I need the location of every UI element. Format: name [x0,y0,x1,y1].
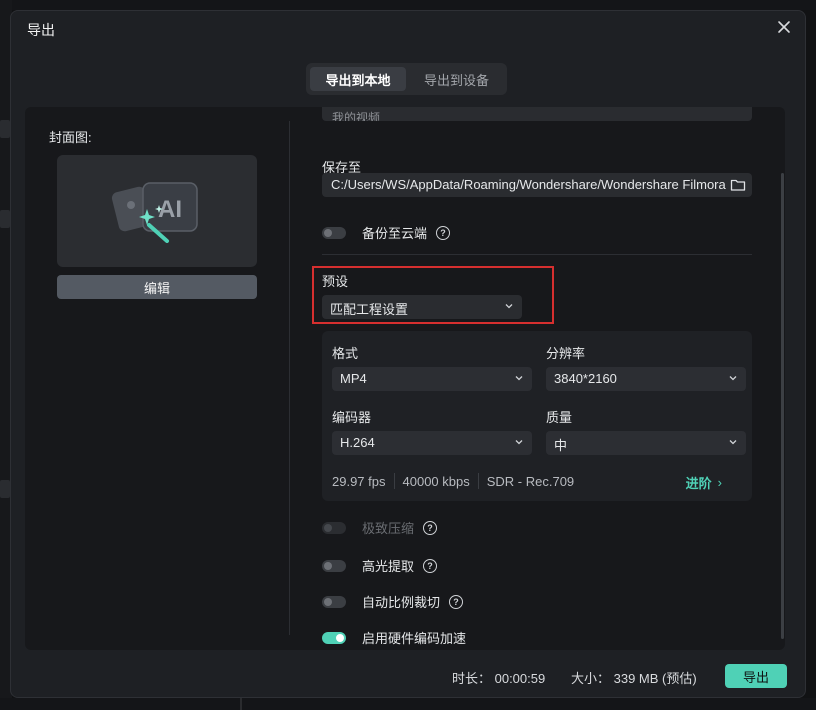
save-path-value: C:/Users/WS/AppData/Roaming/Wondershare/… [331,177,726,192]
preset-select[interactable]: 匹配工程设置 [322,295,522,319]
backup-row: 备份至云端 ? [322,223,451,242]
export-dialog: 导出 导出到本地 导出到设备 封面图: AI 编辑 我的视频 保存至 C:/Us… [10,10,806,698]
auto-reframe-label: 自动比例裁切 [362,595,441,610]
extreme-compression-row: 极致压缩 ? [322,518,438,537]
file-name-field[interactable]: 我的视频 [322,107,752,121]
ai-image-magic-icon: AI [111,182,198,243]
backup-toggle[interactable] [322,226,346,239]
hardware-accel-row: 启用硬件编码加速 [322,628,466,647]
chevron-right-icon: › [717,475,722,490]
info-separator [393,473,395,489]
info-separator [477,473,479,489]
tab-export-local[interactable]: 导出到本地 [310,67,406,91]
background-app-bottom [0,698,816,710]
encoder-label: 编码器 [332,410,372,425]
folder-icon[interactable] [730,177,746,193]
resolution-select[interactable]: 3840*2160 [546,367,746,391]
encoder-value: H.264 [340,435,375,450]
help-icon[interactable]: ? [436,225,451,240]
auto-reframe-toggle[interactable] [322,595,346,608]
quality-label: 质量 [546,410,573,425]
settings-panel: 封面图: AI 编辑 我的视频 保存至 C:/Users/WS/AppData/… [25,107,785,650]
chevron-down-icon [515,440,523,445]
format-select[interactable]: MP4 [332,367,532,391]
format-label: 格式 [332,346,359,361]
color-space-value: SDR - Rec.709 [486,473,575,489]
quality-select[interactable]: 中 [546,431,746,455]
chevron-down-icon [729,440,737,445]
resolution-label: 分辨率 [546,346,586,361]
extreme-compression-label: 极致压缩 [362,521,415,536]
panel-divider [289,121,290,635]
advanced-label: 进阶 [685,476,712,491]
bitrate-value: 40000 kbps [402,473,470,489]
export-settings: 我的视频 保存至 C:/Users/WS/AppData/Roaming/Won… [312,107,752,650]
export-button[interactable]: 导出 [725,664,787,688]
help-icon[interactable]: ? [423,558,438,573]
preset-value: 匹配工程设置 [330,302,409,317]
highlight-extract-label: 高光提取 [362,559,415,574]
background-timeline-tick [240,698,242,710]
scrollbar[interactable] [781,173,784,639]
highlight-extract-row: 高光提取 ? [322,556,438,575]
format-value: MP4 [340,371,367,386]
cover-thumbnail[interactable]: AI [57,155,257,267]
fps-value: 29.97 fps [332,473,386,489]
svg-text:AI: AI [158,196,182,223]
dialog-title: 导出 [27,22,55,38]
help-icon[interactable]: ? [423,520,438,535]
hardware-accel-label: 启用硬件编码加速 [362,631,467,646]
duration-text: 时长： 00:00:59 [452,671,546,686]
close-icon[interactable] [775,18,793,36]
dialog-footer: 时长： 00:00:59 大小： 339 MB (预估) 导出 [11,663,807,693]
cover-label: 封面图: [49,130,92,145]
save-path-field[interactable]: C:/Users/WS/AppData/Roaming/Wondershare/… [322,173,752,197]
section-divider [322,254,752,255]
quality-value: 中 [554,438,568,453]
encoder-select[interactable]: H.264 [332,431,532,455]
highlight-extract-toggle[interactable] [322,559,346,572]
preset-label: 预设 [322,274,349,289]
edit-cover-button[interactable]: 编辑 [57,275,257,299]
encoding-settings-card: 格式 MP4 分辨率 3840*2160 编码器 H.264 质量 中 29.9… [322,331,752,501]
extreme-compression-toggle[interactable] [322,521,346,534]
chevron-down-icon [515,376,523,381]
advanced-link[interactable]: 进阶 › [686,473,722,492]
auto-reframe-row: 自动比例裁切 ? [322,592,464,611]
chevron-down-icon [729,376,737,381]
background-app-top [0,0,816,10]
size-text: 大小： 339 MB (预估) [571,671,697,686]
hardware-accel-toggle[interactable] [322,631,346,644]
help-icon[interactable]: ? [449,594,464,609]
tab-export-device[interactable]: 导出到设备 [410,67,503,91]
background-app-mark [0,480,10,498]
resolution-value: 3840*2160 [554,371,617,386]
background-app-mark [0,210,10,228]
encoding-summary: 29.97 fps 40000 kbps SDR - Rec.709 [332,473,574,489]
backup-label: 备份至云端 [362,226,428,241]
chevron-down-icon [505,304,513,309]
export-tabs: 导出到本地 导出到设备 [306,63,507,95]
background-app-mark [0,120,10,138]
